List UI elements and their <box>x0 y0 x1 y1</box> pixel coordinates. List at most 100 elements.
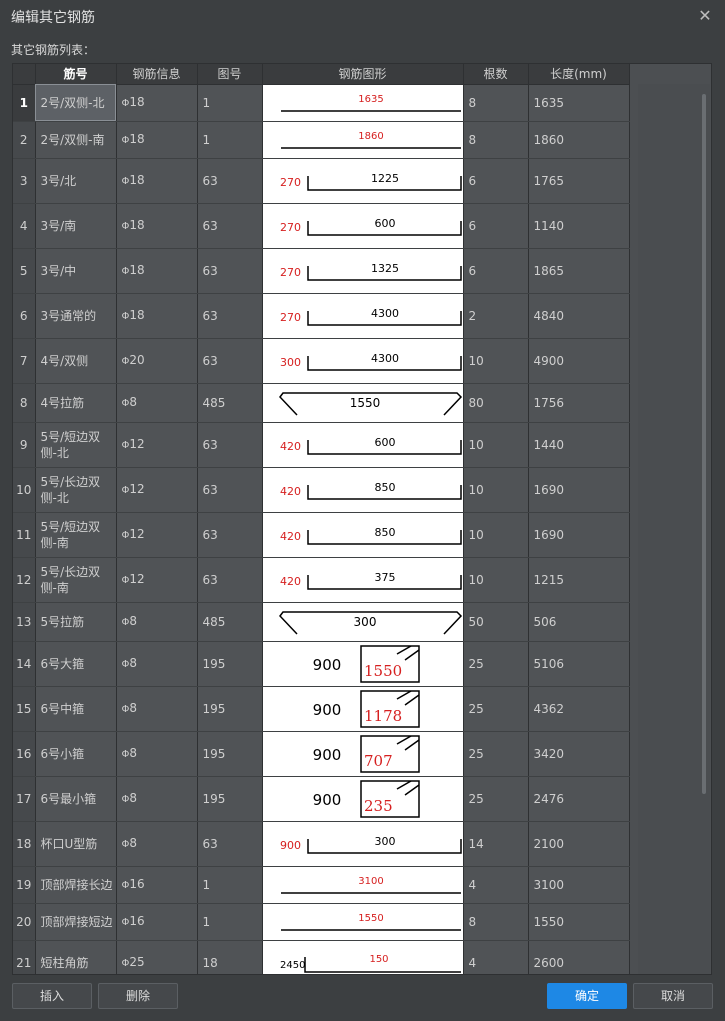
cell-figure-number[interactable]: 63 <box>197 821 263 867</box>
row-number[interactable]: 3 <box>13 158 36 204</box>
cell-length[interactable]: 1765 <box>528 158 630 204</box>
row-number[interactable]: 14 <box>13 641 36 687</box>
cell-figure-number[interactable]: 63 <box>197 158 263 204</box>
table-row[interactable]: 20 顶部焊接短边 Φ16 1 1550 8 1550 <box>13 903 630 941</box>
table-row[interactable]: 1 2号/双侧-北 Φ18 1 1635 8 1635 <box>13 84 630 122</box>
cell-bar-info[interactable]: Φ8 <box>116 821 198 867</box>
cell-length[interactable]: 1860 <box>528 121 630 159</box>
table-row[interactable]: 4 3号/南 Φ18 63 270 600 6 1140 <box>13 203 630 249</box>
cell-bar-number[interactable]: 6号小箍 <box>35 731 117 777</box>
cell-bar-shape[interactable]: 420 850 <box>262 467 464 513</box>
cell-length[interactable]: 3100 <box>528 866 630 904</box>
cell-length[interactable]: 3420 <box>528 731 630 777</box>
cell-bar-number[interactable]: 2号/双侧-南 <box>35 121 117 159</box>
cancel-button[interactable]: 取消 <box>633 983 713 1009</box>
cell-bar-number[interactable]: 6号最小箍 <box>35 776 117 822</box>
row-number[interactable]: 7 <box>13 338 36 384</box>
row-number[interactable]: 9 <box>13 422 36 468</box>
close-icon[interactable]: ✕ <box>695 6 715 26</box>
row-number[interactable]: 11 <box>13 512 36 558</box>
row-number[interactable]: 12 <box>13 557 36 603</box>
row-number[interactable]: 18 <box>13 821 36 867</box>
cell-bar-info[interactable]: Φ12 <box>116 512 198 558</box>
cell-bar-number[interactable]: 2号/双侧-北 <box>35 84 117 122</box>
row-number[interactable]: 17 <box>13 776 36 822</box>
cell-bar-info[interactable]: Φ8 <box>116 776 198 822</box>
table-row[interactable]: 5 3号/中 Φ18 63 270 1325 6 1865 <box>13 248 630 294</box>
cell-bar-shape[interactable]: 900 300 <box>262 821 464 867</box>
header-length[interactable]: 长度(mm) <box>528 64 630 85</box>
cell-length[interactable]: 2100 <box>528 821 630 867</box>
cell-count[interactable]: 8 <box>463 84 529 122</box>
row-number[interactable]: 20 <box>13 903 36 941</box>
cell-bar-number[interactable]: 5号/短边双侧-南 <box>35 512 117 558</box>
row-number[interactable]: 6 <box>13 293 36 339</box>
row-number[interactable]: 5 <box>13 248 36 294</box>
table-row[interactable]: 8 4号拉筋 Φ8 485 1550 80 1756 <box>13 383 630 423</box>
cell-bar-number[interactable]: 顶部焊接短边 <box>35 903 117 941</box>
cell-bar-info[interactable]: Φ25 <box>116 940 198 974</box>
insert-button[interactable]: 插入 <box>12 983 92 1009</box>
table-row[interactable]: 3 3号/北 Φ18 63 270 1225 6 1765 <box>13 158 630 204</box>
cell-bar-info[interactable]: Φ20 <box>116 338 198 384</box>
table-row[interactable]: 2 2号/双侧-南 Φ18 1 1860 8 1860 <box>13 121 630 159</box>
cell-count[interactable]: 6 <box>463 248 529 294</box>
header-figure-number[interactable]: 图号 <box>197 64 263 85</box>
cell-figure-number[interactable]: 1 <box>197 121 263 159</box>
cell-figure-number[interactable]: 195 <box>197 731 263 777</box>
cell-count[interactable]: 10 <box>463 557 529 603</box>
cell-length[interactable]: 4840 <box>528 293 630 339</box>
cell-bar-info[interactable]: Φ16 <box>116 903 198 941</box>
cell-bar-info[interactable]: Φ12 <box>116 467 198 513</box>
cell-bar-shape[interactable]: 420 375 <box>262 557 464 603</box>
cell-bar-number[interactable]: 3号通常的 <box>35 293 117 339</box>
cell-bar-number[interactable]: 杯口U型筋 <box>35 821 117 867</box>
cell-figure-number[interactable]: 63 <box>197 512 263 558</box>
cell-count[interactable]: 10 <box>463 467 529 513</box>
table-row[interactable]: 18 杯口U型筋 Φ8 63 900 300 14 2100 <box>13 821 630 867</box>
cell-bar-info[interactable]: Φ12 <box>116 422 198 468</box>
cell-bar-shape[interactable]: 270 4300 <box>262 293 464 339</box>
cell-figure-number[interactable]: 485 <box>197 602 263 642</box>
cell-count[interactable]: 8 <box>463 121 529 159</box>
cell-length[interactable]: 2476 <box>528 776 630 822</box>
cell-length[interactable]: 1215 <box>528 557 630 603</box>
cell-bar-shape[interactable]: 300 <box>262 602 464 642</box>
table-row[interactable]: 21 短柱角筋 Φ25 18 2450 150 4 2600 <box>13 940 630 974</box>
cell-count[interactable]: 4 <box>463 866 529 904</box>
table-row[interactable]: 10 5号/长边双侧-北 Φ12 63 420 850 10 1690 <box>13 467 630 513</box>
cell-bar-shape[interactable]: 900 1550 <box>262 641 464 687</box>
cell-bar-shape[interactable]: 900 1178 <box>262 686 464 732</box>
cell-length[interactable]: 1635 <box>528 84 630 122</box>
header-bar-shape[interactable]: 钢筋图形 <box>262 64 464 85</box>
cell-figure-number[interactable]: 63 <box>197 422 263 468</box>
row-number[interactable]: 1 <box>13 84 36 122</box>
cell-count[interactable]: 50 <box>463 602 529 642</box>
cell-figure-number[interactable]: 195 <box>197 641 263 687</box>
cell-count[interactable]: 25 <box>463 776 529 822</box>
cell-bar-number[interactable]: 6号大箍 <box>35 641 117 687</box>
cell-length[interactable]: 1690 <box>528 512 630 558</box>
cell-bar-info[interactable]: Φ8 <box>116 686 198 732</box>
cell-figure-number[interactable]: 18 <box>197 940 263 974</box>
table-row[interactable]: 6 3号通常的 Φ18 63 270 4300 2 4840 <box>13 293 630 339</box>
cell-figure-number[interactable]: 63 <box>197 467 263 513</box>
cell-bar-info[interactable]: Φ8 <box>116 602 198 642</box>
cell-count[interactable]: 6 <box>463 203 529 249</box>
table-row[interactable]: 11 5号/短边双侧-南 Φ12 63 420 850 10 1690 <box>13 512 630 558</box>
cell-figure-number[interactable]: 63 <box>197 293 263 339</box>
cell-length[interactable]: 1756 <box>528 383 630 423</box>
cell-bar-number[interactable]: 3号/北 <box>35 158 117 204</box>
cell-bar-info[interactable]: Φ18 <box>116 84 198 122</box>
cell-count[interactable]: 80 <box>463 383 529 423</box>
cell-bar-shape[interactable]: 900 235 <box>262 776 464 822</box>
cell-figure-number[interactable]: 485 <box>197 383 263 423</box>
cell-bar-number[interactable]: 5号/短边双侧-北 <box>35 422 117 468</box>
cell-bar-number[interactable]: 短柱角筋 <box>35 940 117 974</box>
cell-count[interactable]: 14 <box>463 821 529 867</box>
cell-bar-shape[interactable]: 270 1225 <box>262 158 464 204</box>
row-number[interactable]: 21 <box>13 940 36 974</box>
table-row[interactable]: 19 顶部焊接长边 Φ16 1 3100 4 3100 <box>13 866 630 904</box>
cell-count[interactable]: 25 <box>463 641 529 687</box>
cell-figure-number[interactable]: 195 <box>197 776 263 822</box>
